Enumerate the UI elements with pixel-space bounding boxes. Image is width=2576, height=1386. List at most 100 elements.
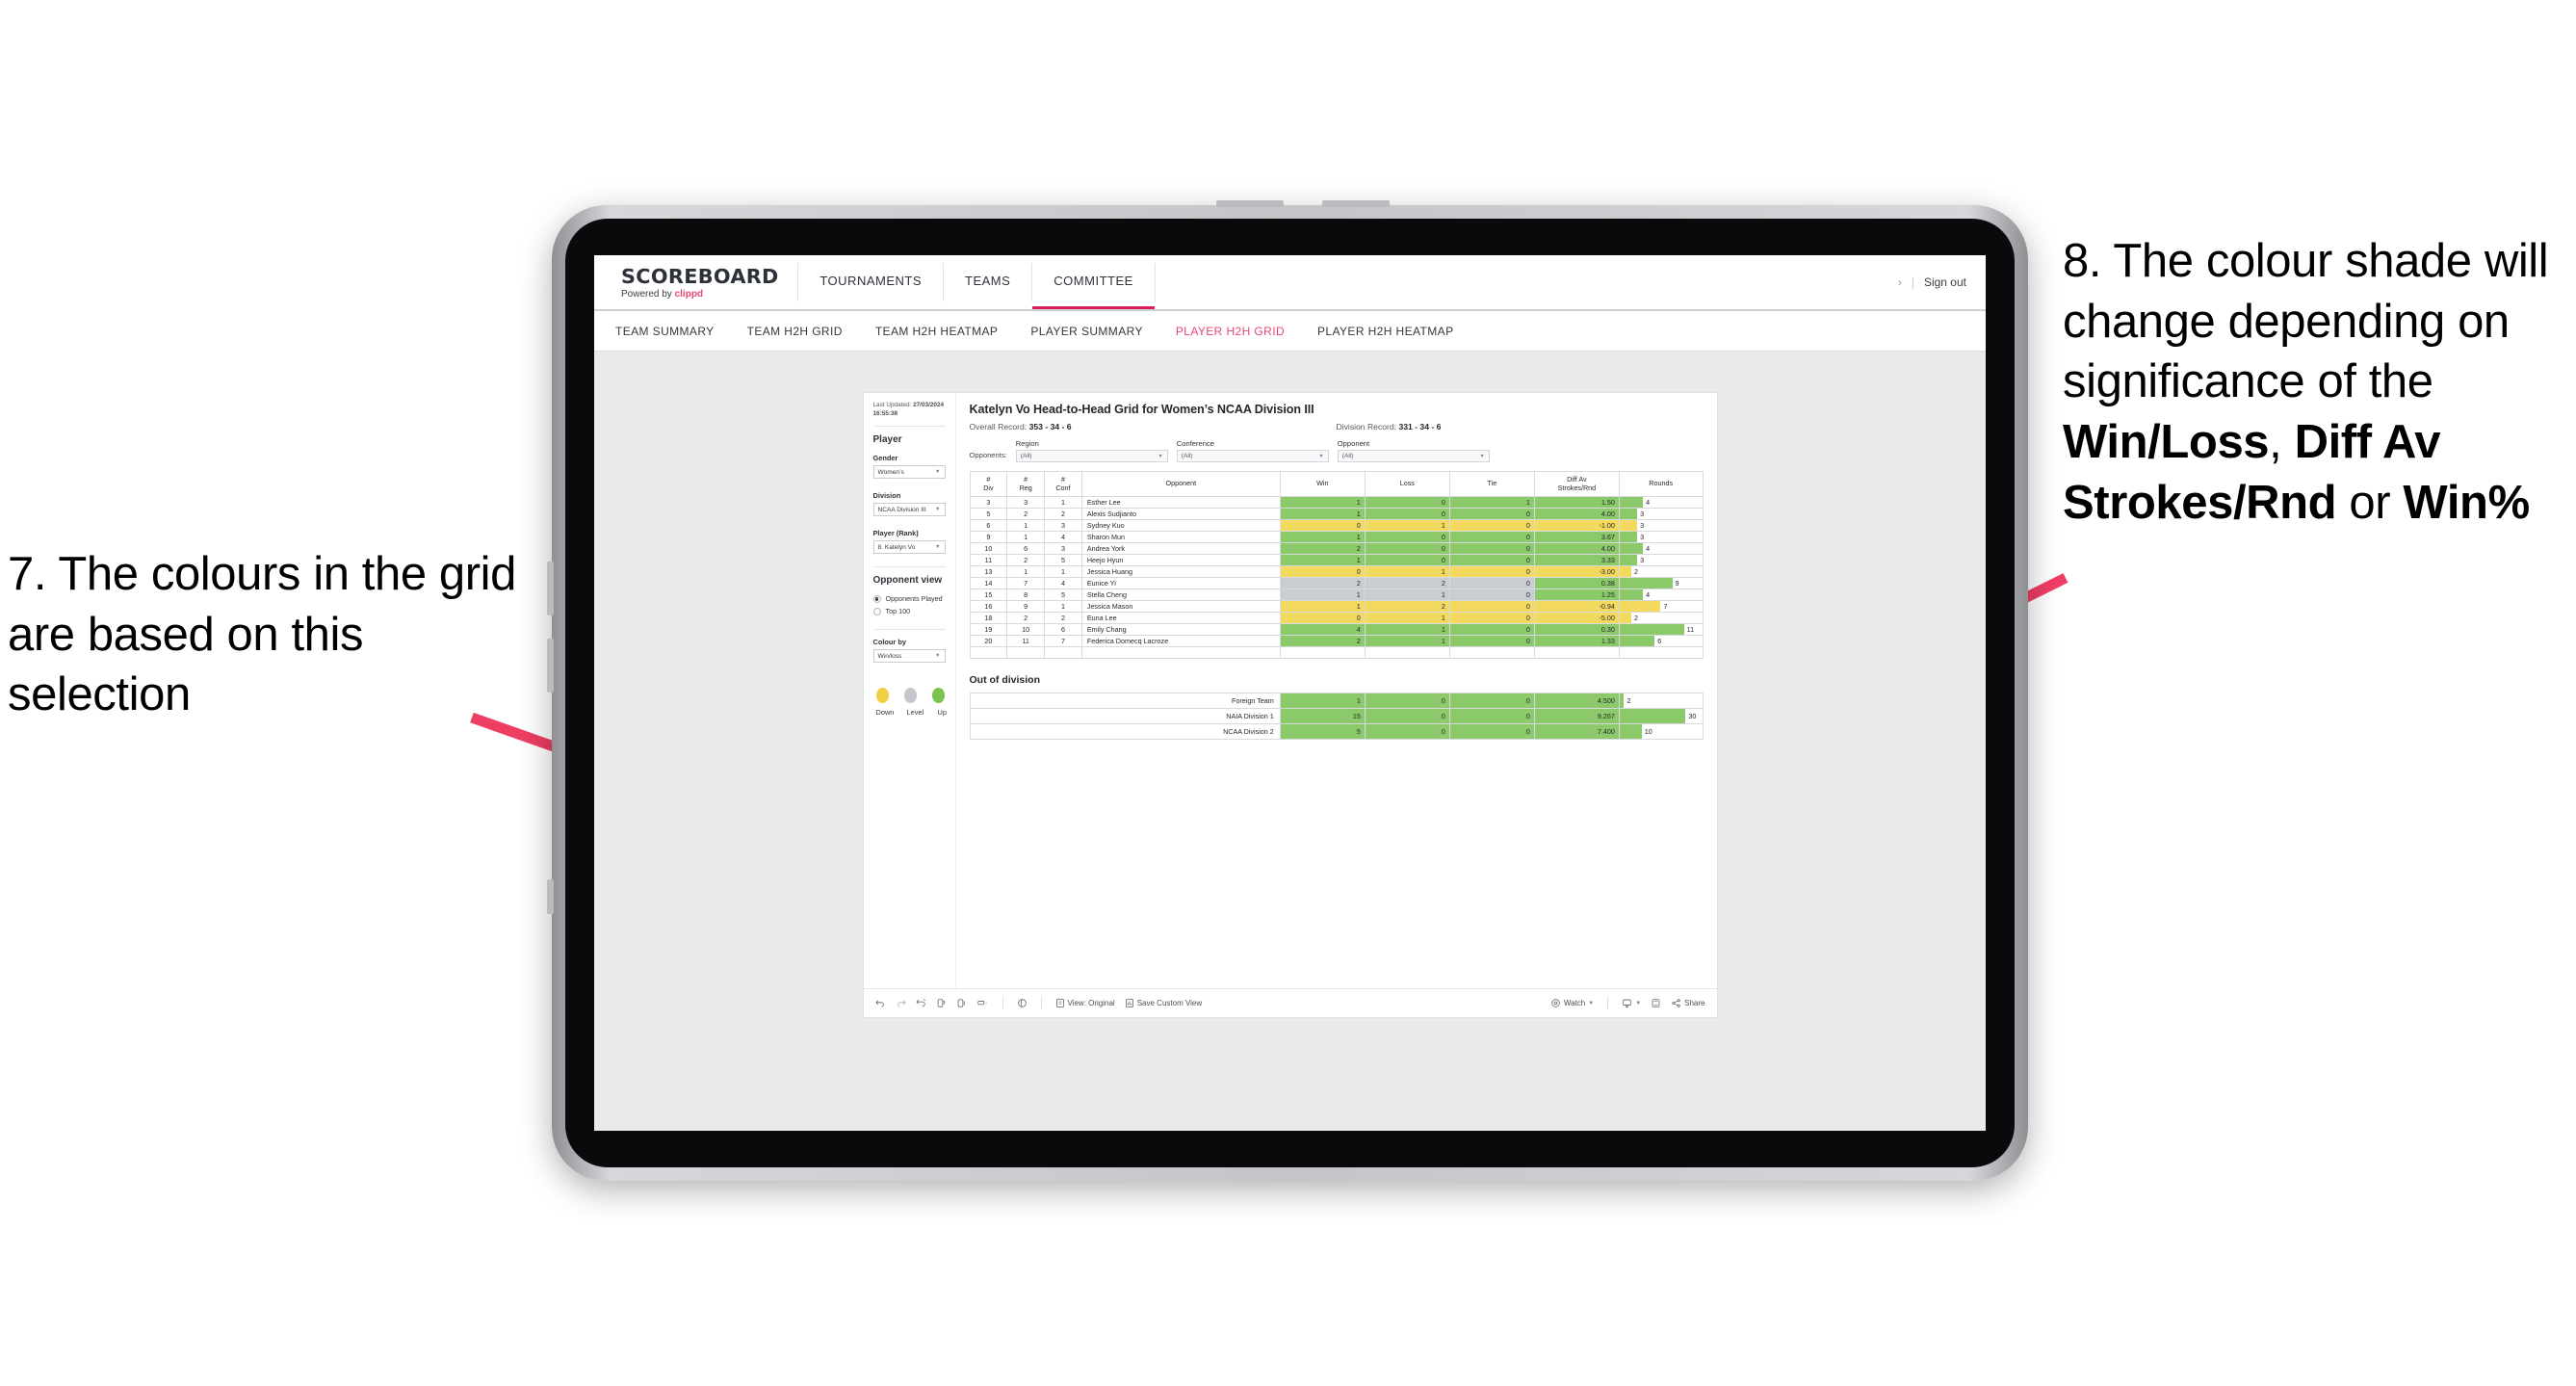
division-select[interactable]: NCAA Division III ▼ bbox=[872, 503, 946, 517]
column-header-loss[interactable]: Loss bbox=[1364, 471, 1450, 497]
chevron-right-icon[interactable]: › bbox=[1898, 275, 1902, 289]
radio-icon-selected bbox=[872, 594, 881, 603]
rounds-value: 10 bbox=[1644, 727, 1652, 736]
rounds-value: 7 bbox=[1663, 602, 1668, 611]
filter-region-caption: Region bbox=[1015, 439, 1039, 448]
table-row[interactable]: 14 7 4 Eunice Yi 2 2 0 0.38 9 bbox=[969, 577, 1704, 589]
cell-div: 19 bbox=[969, 623, 1008, 636]
share-button[interactable]: Share bbox=[1671, 998, 1705, 1008]
column-header-diff-av-strokes-rnd[interactable]: Diff Av Strokes/Rnd bbox=[1533, 471, 1620, 497]
radio-icon bbox=[872, 607, 881, 615]
sub-nav-player-h2h-heatmap[interactable]: PLAYER H2H HEATMAP bbox=[1317, 325, 1453, 338]
column-header-reg[interactable]: # Reg bbox=[1006, 471, 1046, 497]
sub-nav-team-h2h-heatmap[interactable]: TEAM H2H HEATMAP bbox=[875, 325, 999, 338]
rect-icon[interactable] bbox=[976, 998, 989, 1008]
colour-by-select[interactable]: Win/loss ▼ bbox=[872, 649, 946, 664]
chevron-down-icon: ▼ bbox=[935, 653, 941, 660]
header-divider: | bbox=[1911, 275, 1914, 289]
sub-nav-player-h2h-grid[interactable]: PLAYER H2H GRID bbox=[1176, 325, 1285, 338]
out-of-division-table: Foreign Team 1 0 0 4.500 2 NAIA Division 1 15 0 0… bbox=[969, 693, 1704, 740]
cell-win: 1 bbox=[1279, 693, 1366, 709]
pause-icon[interactable] bbox=[956, 998, 967, 1008]
powered-brand: clippd bbox=[674, 289, 704, 300]
brand-logo[interactable]: SCOREBOARD Powered by clippd bbox=[594, 255, 797, 309]
main-nav-committee[interactable]: COMMITTEE bbox=[1032, 255, 1155, 309]
view-original-label: View: Original bbox=[1067, 999, 1115, 1007]
device-button-left-1 bbox=[547, 562, 554, 615]
column-header-rounds[interactable]: Rounds bbox=[1618, 471, 1704, 497]
division-record-label: Division Record: bbox=[1336, 422, 1399, 431]
cell-conf: 5 bbox=[1044, 554, 1082, 566]
fullscreen-button[interactable] bbox=[1651, 998, 1661, 1008]
cell-div: 9 bbox=[969, 531, 1008, 543]
download-button[interactable]: ▼ bbox=[1622, 998, 1641, 1008]
undo-icon[interactable] bbox=[875, 998, 886, 1008]
main-nav-teams[interactable]: TEAMS bbox=[944, 255, 1031, 309]
view-original-button[interactable]: View: Original bbox=[1055, 998, 1115, 1008]
gender-select[interactable]: Women’s ▼ bbox=[872, 465, 946, 480]
cell-loss: 1 bbox=[1364, 623, 1450, 636]
table-row[interactable]: 9 1 4 Sharon Mun 1 0 0 3.67 3 bbox=[969, 531, 1704, 543]
radio-opponents-played[interactable]: Opponents Played bbox=[872, 594, 946, 603]
overall-record-value: 353 - 34 - 6 bbox=[1028, 422, 1072, 431]
out-of-division-row[interactable]: Foreign Team 1 0 0 4.500 2 bbox=[969, 693, 1704, 709]
divider-3 bbox=[872, 629, 946, 631]
cell-rounds: 30 bbox=[1618, 708, 1704, 724]
out-of-division-row[interactable]: NCAA Division 2 5 0 0 7.400 10 bbox=[969, 723, 1704, 740]
table-header-row: # Div # Reg # Conf Opponent Win Loss Tie Diff Av St… bbox=[969, 471, 1704, 497]
cell-diff-av-strokes: -3.00 bbox=[1533, 565, 1620, 578]
cell-conf: 4 bbox=[1044, 577, 1082, 589]
table-row[interactable]: 10 6 3 Andrea York 2 0 0 4.00 4 bbox=[969, 542, 1704, 555]
table-row[interactable]: 20 11 7 Federica Domecq Lacroze 2 1 0 1.33 6 bbox=[969, 635, 1704, 647]
player-rank-select[interactable]: 8. Katelyn Vo ▼ bbox=[872, 540, 946, 555]
out-of-division-row[interactable]: NAIA Division 1 15 0 0 9.267 30 bbox=[969, 708, 1704, 724]
table-row[interactable]: 3 3 1 Esther Lee 1 0 1 1.50 4 bbox=[969, 496, 1704, 509]
gender-label: Gender bbox=[872, 454, 898, 463]
table-row[interactable]: 18 2 2 Euna Lee 0 1 0 -5.00 2 bbox=[969, 612, 1704, 624]
column-header-div[interactable]: # Div bbox=[969, 471, 1008, 497]
sub-nav-player-summary[interactable]: PLAYER SUMMARY bbox=[1030, 325, 1143, 338]
column-header-conf[interactable]: # Conf bbox=[1044, 471, 1082, 497]
table-row[interactable]: 5 2 2 Alexis Sudjianto 1 0 0 4.00 3 bbox=[969, 508, 1704, 520]
cell-tie: 0 bbox=[1448, 723, 1535, 740]
save-custom-view-button[interactable]: Save Custom View bbox=[1125, 998, 1202, 1008]
cell-rounds: 10 bbox=[1618, 723, 1704, 740]
rounds-bar bbox=[1619, 578, 1673, 588]
watch-button[interactable]: Watch ▼ bbox=[1550, 998, 1594, 1008]
table-row[interactable]: 19 10 6 Emily Chang 4 1 0 0.30 11 bbox=[969, 623, 1704, 636]
cell-loss: 1 bbox=[1364, 519, 1450, 532]
cell-rounds: 4 bbox=[1618, 588, 1704, 601]
refresh-icon[interactable] bbox=[936, 998, 947, 1008]
brand-powered-by: Powered by clippd bbox=[621, 289, 772, 300]
sub-nav-team-summary[interactable]: TEAM SUMMARY bbox=[615, 325, 715, 338]
sign-out-link[interactable]: Sign out bbox=[1924, 275, 1966, 289]
column-header-tie[interactable]: Tie bbox=[1448, 471, 1535, 497]
sub-nav-team-h2h-grid[interactable]: TEAM H2H GRID bbox=[747, 325, 843, 338]
save-custom-view-label: Save Custom View bbox=[1136, 999, 1203, 1007]
table-row[interactable]: 13 1 1 Jessica Huang 0 1 0 -3.00 2 bbox=[969, 565, 1704, 578]
filter-conference-select[interactable]: (All) ▼ bbox=[1176, 450, 1329, 462]
radio-top-100-label: Top 100 bbox=[885, 607, 911, 616]
cell-group-name: NAIA Division 1 bbox=[969, 708, 1281, 724]
main-nav-tournaments[interactable]: TOURNAMENTS bbox=[798, 255, 943, 309]
cell-group-name: Foreign Team bbox=[969, 693, 1281, 709]
filter-opponent-select[interactable]: (All) ▼ bbox=[1337, 450, 1490, 462]
revert-icon[interactable] bbox=[916, 998, 926, 1008]
cell-tie: 1 bbox=[1448, 496, 1535, 509]
highlight-icon[interactable] bbox=[1017, 998, 1028, 1008]
column-header-opponent[interactable]: Opponent bbox=[1080, 471, 1281, 497]
table-row[interactable]: 15 8 5 Stella Cheng 1 1 0 1.25 4 bbox=[969, 588, 1704, 601]
table-row[interactable]: 16 9 1 Jessica Mason 1 2 0 -0.94 7 bbox=[969, 600, 1704, 613]
chevron-down-icon: ▼ bbox=[1318, 453, 1324, 459]
cell-rounds: 7 bbox=[1618, 600, 1704, 613]
annotation-right-pre: 8. The colour shade will change dependin… bbox=[2063, 235, 2549, 408]
column-header-win[interactable]: Win bbox=[1279, 471, 1366, 497]
table-row[interactable]: 6 1 3 Sydney Kuo 0 1 0 -1.00 3 bbox=[969, 519, 1704, 532]
filter-region-select[interactable]: (All) ▼ bbox=[1015, 450, 1168, 462]
division-value: NCAA Division III bbox=[877, 506, 926, 513]
redo-icon[interactable] bbox=[896, 998, 906, 1008]
device-button-left-3 bbox=[547, 879, 554, 914]
cell-diff-av-strokes: 4.500 bbox=[1533, 693, 1620, 709]
radio-top-100[interactable]: Top 100 bbox=[872, 607, 946, 616]
table-row[interactable]: 11 2 5 Heejo Hyun 1 0 0 3.33 3 bbox=[969, 554, 1704, 566]
